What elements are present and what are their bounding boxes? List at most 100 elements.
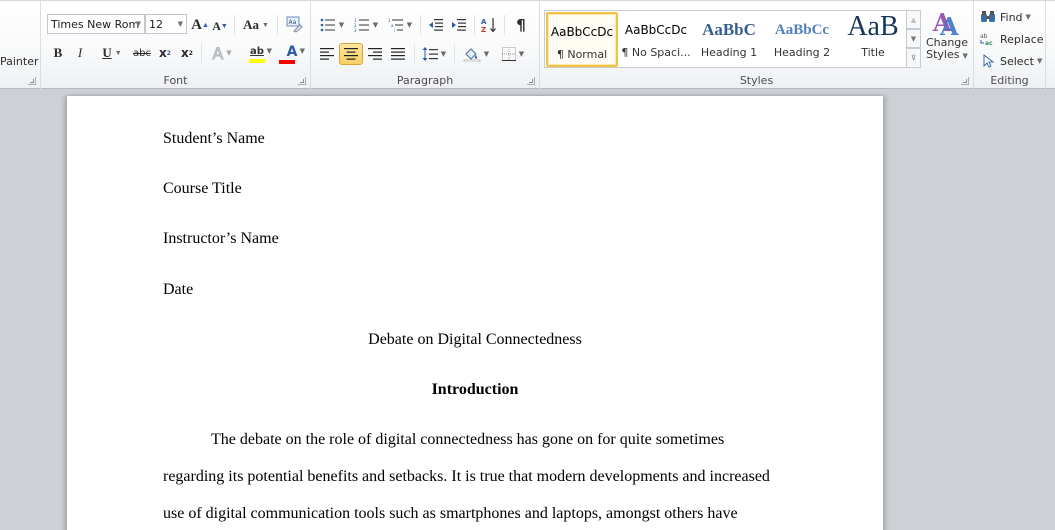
strikethrough-button[interactable]: abc [131,43,153,63]
increase-indent-button[interactable] [448,14,470,36]
font-color-swatch [279,59,295,64]
paint-bucket-icon [463,48,481,62]
format-painter-label: Painter [0,54,39,68]
align-right-button[interactable] [364,43,386,65]
borders-button[interactable]: ▼ [496,43,530,65]
subscript-button[interactable]: x2 [156,43,174,63]
document-page[interactable]: Student’s Name Course Title Instructor’s… [67,96,883,530]
line-spacing-button[interactable]: ▼ [419,43,449,65]
clear-formatting-button[interactable]: Aa [283,13,305,35]
justify-button[interactable] [387,43,409,65]
decrease-indent-icon [429,19,443,31]
style-no-spacing[interactable]: AaBbCcDc ¶ No Spaci... [620,12,692,67]
svg-text:A: A [939,12,959,37]
instructor-name-line: Instructor’s Name [163,230,279,247]
separator [504,15,505,35]
find-label: Find [1000,10,1023,24]
separator [201,43,202,63]
style-title[interactable]: AaB Title [837,12,909,67]
font-group-label: Font [163,74,188,87]
font-group: Times New Rom ▼ 12 ▼ A ▲ A ▼ Aa ▼ Aa B I… [41,1,311,89]
bold-icon: B [53,45,63,60]
multilevel-list-icon: 1 a i [388,18,403,32]
document-title: Debate on Digital Connectedness [368,331,582,348]
justify-icon [391,48,405,60]
font-name-combo[interactable]: Times New Rom ▼ [47,14,145,34]
style-heading-2[interactable]: AaBbCc Heading 2 [766,12,838,67]
date-line: Date [163,281,194,298]
styles-more-button[interactable]: ⊽ [906,48,921,68]
clipboard-dialog-launcher[interactable] [28,77,36,85]
styles-scroll-up-button[interactable]: ▲ [906,10,921,29]
change-case-button[interactable]: Aa ▼ [241,15,271,35]
change-styles-label-line2: Styles [926,48,960,61]
align-left-icon [320,48,334,60]
font-size-combo[interactable]: 12 ▼ [145,14,187,34]
shrink-font-button[interactable]: A ▼ [211,16,229,36]
bold-button[interactable]: B [49,43,67,63]
font-name-value: Times New Rom [51,17,140,31]
multilevel-list-button[interactable]: 1 a i ▼ [385,14,415,36]
separator [414,44,415,64]
separator [277,15,278,35]
sort-az-icon: A Z [481,18,496,34]
style-heading-1[interactable]: AaBbC Heading 1 [693,12,765,67]
style-preview: AaBbCcDc [624,23,688,37]
body-line: The debate on the role of digital connec… [211,431,725,448]
align-left-button[interactable] [316,43,338,65]
text-effects-button[interactable]: A ▼ [207,43,237,63]
style-name: Title [861,46,885,59]
change-styles-button[interactable]: A A Change Styles ▼ [924,7,970,73]
clipboard-group: Painter [0,1,41,89]
separator [234,15,235,35]
styles-scroll-down-button[interactable]: ▼ [906,29,921,48]
highlighter-icon: ab [250,45,264,57]
ribbon: Painter Times New Rom ▼ 12 ▼ A ▲ A ▼ Aa ▼ A… [0,0,1055,89]
numbering-icon: 1 2 3 [354,18,369,32]
superscript-button[interactable]: x2 [178,43,196,63]
document-area: Student’s Name Course Title Instructor’s… [0,89,1055,530]
svg-text:3: 3 [354,28,357,32]
separator [454,44,455,64]
italic-button[interactable]: I [71,43,89,63]
font-color-icon: A [286,43,298,60]
select-button[interactable]: Select ▼ [980,52,1042,70]
shading-button[interactable]: ▼ [459,43,493,65]
svg-text:ab: ab [980,33,988,40]
body-line: regarding its potential benefits and set… [163,468,770,485]
replace-label: Replace [1000,32,1044,46]
highlight-button[interactable]: ab ▼ [240,43,274,65]
grow-font-icon: A [191,16,202,33]
find-button[interactable]: Find ▼ [980,8,1031,26]
chevron-down-icon: ▼ [177,20,183,28]
select-label: Select [1000,54,1034,68]
format-painter-button[interactable]: Painter [0,53,39,69]
grow-font-button[interactable]: A ▲ [191,15,209,35]
superscript-icon: x [181,46,189,60]
font-color-button[interactable]: A ▼ [277,43,307,65]
show-formatting-marks-button[interactable]: ¶ [510,14,532,36]
decrease-indent-button[interactable] [425,14,447,36]
svg-text:A: A [481,18,487,26]
chevron-down-icon: ▼ [135,20,141,28]
paragraph-group-label: Paragraph [396,74,454,87]
replace-button[interactable]: ab ac Replace [980,30,1044,48]
style-preview: AaBbCc [774,22,830,38]
style-normal[interactable]: AaBbCcDc ¶ Normal [546,12,618,67]
paragraph-group: ▼ 1 2 3 ▼ 1 a i ▼ A Z ¶ ▼ ▼ ▼ Paragraph [311,1,540,89]
numbering-button[interactable]: 1 2 3 ▼ [351,14,381,36]
underline-button[interactable]: U ▼ [95,43,129,63]
replace-icon: ab ac [980,33,993,46]
italic-icon: I [77,45,83,60]
styles-dialog-launcher[interactable] [961,77,969,85]
svg-text:i: i [394,28,395,32]
shrink-font-icon: A [212,18,221,33]
paragraph-dialog-launcher[interactable] [527,77,535,85]
svg-text:Z: Z [481,26,486,34]
editing-group-label: Editing [990,74,1029,87]
align-center-button[interactable] [339,43,363,65]
bullets-button[interactable]: ▼ [317,14,347,36]
sort-button[interactable]: A Z [478,13,500,37]
align-right-icon [368,48,382,60]
font-dialog-launcher[interactable] [298,77,306,85]
